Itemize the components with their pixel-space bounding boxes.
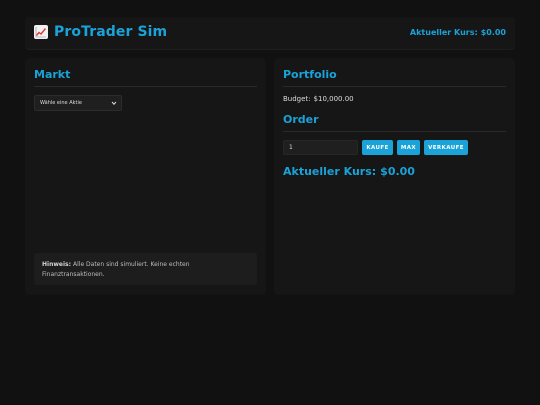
order-current-price: Aktueller Kurs: $0.00 [283, 165, 415, 178]
stock-select[interactable]: Wähle eine Aktie [34, 95, 122, 111]
brand: ProTrader Sim [34, 24, 167, 40]
order-title: Order [283, 113, 319, 126]
max-button[interactable]: MAX [397, 140, 420, 155]
portfolio-panel: Portfolio Budget: $10,000.00 Order 1 KAUF… [274, 58, 515, 295]
app-header: ProTrader Sim Aktueller Kurs: $0.00 [25, 17, 515, 49]
quantity-input[interactable]: 1 [283, 140, 358, 155]
stock-select-value: Wähle eine Aktie [40, 100, 82, 106]
header-price-label: Aktueller Kurs: [409, 28, 478, 37]
budget-label: Budget: [283, 95, 311, 103]
chart-increasing-icon [34, 25, 48, 39]
buy-button[interactable]: KAUFE [362, 140, 393, 155]
market-panel: Markt Wähle eine Aktie Hinweis: Alle Date… [25, 58, 266, 295]
budget: Budget: $10,000.00 [283, 95, 354, 103]
notice-label: Hinweis: [42, 261, 71, 268]
budget-value: $10,000.00 [313, 95, 354, 103]
app-title: ProTrader Sim [54, 24, 168, 40]
sell-button[interactable]: VERKAUFE [424, 140, 468, 155]
portfolio-title: Portfolio [283, 68, 337, 81]
market-divider [34, 86, 257, 87]
header-price-value: $0.00 [480, 28, 506, 37]
quantity-value: 1 [289, 144, 293, 151]
order-price-value: $0.00 [380, 165, 415, 178]
order-price-label: Aktueller Kurs: [283, 165, 377, 178]
market-title: Markt [34, 68, 71, 81]
header-current-price: Aktueller Kurs: $0.00 [410, 28, 506, 37]
portfolio-divider [283, 86, 506, 87]
order-divider [283, 131, 506, 132]
chevron-down-icon [111, 101, 117, 105]
disclaimer-notice: Hinweis: Alle Daten sind simuliert. Keine… [34, 253, 257, 285]
